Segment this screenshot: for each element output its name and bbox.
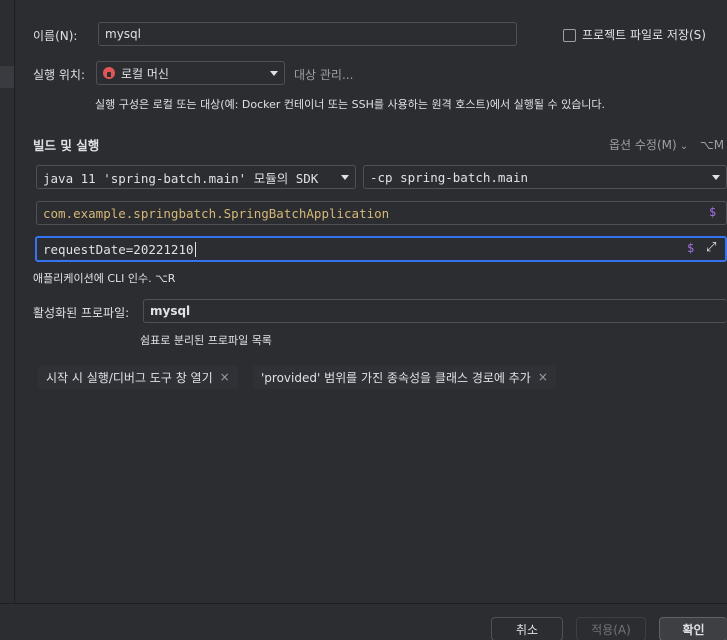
option-tag-open-tool-window[interactable]: 시작 시 실행/디버그 도구 창 열기 × [38, 365, 238, 389]
store-as-project-file-checkbox[interactable] [563, 29, 576, 42]
active-profiles-hint: 쉼표로 분리된 프로파일 목록 [140, 334, 272, 347]
macro-dollar-icon[interactable]: $ [687, 241, 694, 255]
close-icon[interactable]: × [538, 370, 548, 384]
program-arguments-input[interactable]: requestDate=20221210 [35, 236, 727, 262]
name-label: 이름(N): [33, 29, 78, 43]
option-tag-label: 시작 시 실행/디버그 도구 창 열기 [46, 370, 213, 385]
program-arguments-value: requestDate=20221210 [43, 241, 194, 257]
modify-options-button[interactable]: 옵션 수정(M) ⌄ ⌥M [609, 136, 724, 153]
program-arguments-hint: 애플리케이션에 CLI 인수. ⌥R [33, 272, 176, 285]
active-profiles-value: mysql [150, 304, 191, 318]
configuration-list-selected-item[interactable] [0, 66, 14, 88]
jre-sdk-dropdown[interactable]: java 11 'spring-batch.main' 모듈의 SDK [36, 165, 356, 189]
store-as-project-file-label: 프로젝트 파일로 저장(S) [582, 28, 706, 42]
text-caret [194, 241, 196, 257]
option-tag-label: 'provided' 범위를 가진 종속성을 클래스 경로에 추가 [261, 370, 531, 385]
modify-options-label: 옵션 수정(M) [609, 138, 677, 152]
run-on-hint: 실행 구성은 로컬 또는 대상(예: Docker 컨테이너 또는 SSH를 사… [95, 98, 606, 111]
ok-button[interactable]: 확인 [659, 617, 727, 640]
chevron-down-icon [712, 175, 720, 180]
dialog-button-bar: 취소 적용(A) 확인 [0, 603, 727, 640]
configuration-list-panel[interactable] [0, 0, 15, 603]
chevron-down-icon [270, 71, 278, 76]
cancel-button[interactable]: 취소 [491, 617, 563, 640]
main-class-value: com.example.springbatch.SpringBatchAppli… [43, 205, 390, 221]
run-on-dropdown[interactable]: 로컬 머신 [96, 61, 285, 85]
name-input[interactable]: mysql [98, 22, 517, 46]
close-icon[interactable]: × [220, 370, 230, 384]
expand-icon[interactable]: ⤢ [706, 240, 716, 255]
option-tag-add-provided-scope[interactable]: 'provided' 범위를 가진 종속성을 클래스 경로에 추가 × [253, 365, 556, 389]
active-profiles-label: 활성화된 프로파일: [33, 306, 130, 320]
run-on-label: 실행 위치: [33, 68, 86, 82]
classpath-module-value: -cp spring-batch.main [370, 169, 529, 185]
classpath-module-dropdown[interactable]: -cp spring-batch.main [363, 165, 727, 189]
manage-targets-link[interactable]: 대상 관리... [294, 66, 353, 83]
modify-options-shortcut: ⌥M [699, 138, 725, 152]
build-and-run-title: 빌드 및 실행 [33, 138, 100, 153]
chevron-down-icon: ⌄ [679, 141, 689, 152]
run-configuration-dialog: 이름(N): mysql 프로젝트 파일로 저장(S) 실행 위치: 로컬 머신… [0, 0, 727, 640]
home-icon [103, 67, 115, 79]
jre-sdk-value: java 11 'spring-batch.main' 모듈의 SDK [43, 170, 319, 186]
chevron-down-icon [341, 175, 349, 180]
active-profiles-input[interactable]: mysql [143, 299, 727, 323]
apply-button[interactable]: 적용(A) [576, 617, 646, 640]
main-class-input[interactable]: com.example.springbatch.SpringBatchAppli… [36, 201, 727, 225]
run-on-value: 로컬 머신 [121, 66, 169, 81]
macro-dollar-icon[interactable]: $ [709, 205, 716, 219]
store-as-project-file-option[interactable]: 프로젝트 파일로 저장(S) [563, 26, 706, 43]
name-input-value: mysql [105, 27, 141, 41]
